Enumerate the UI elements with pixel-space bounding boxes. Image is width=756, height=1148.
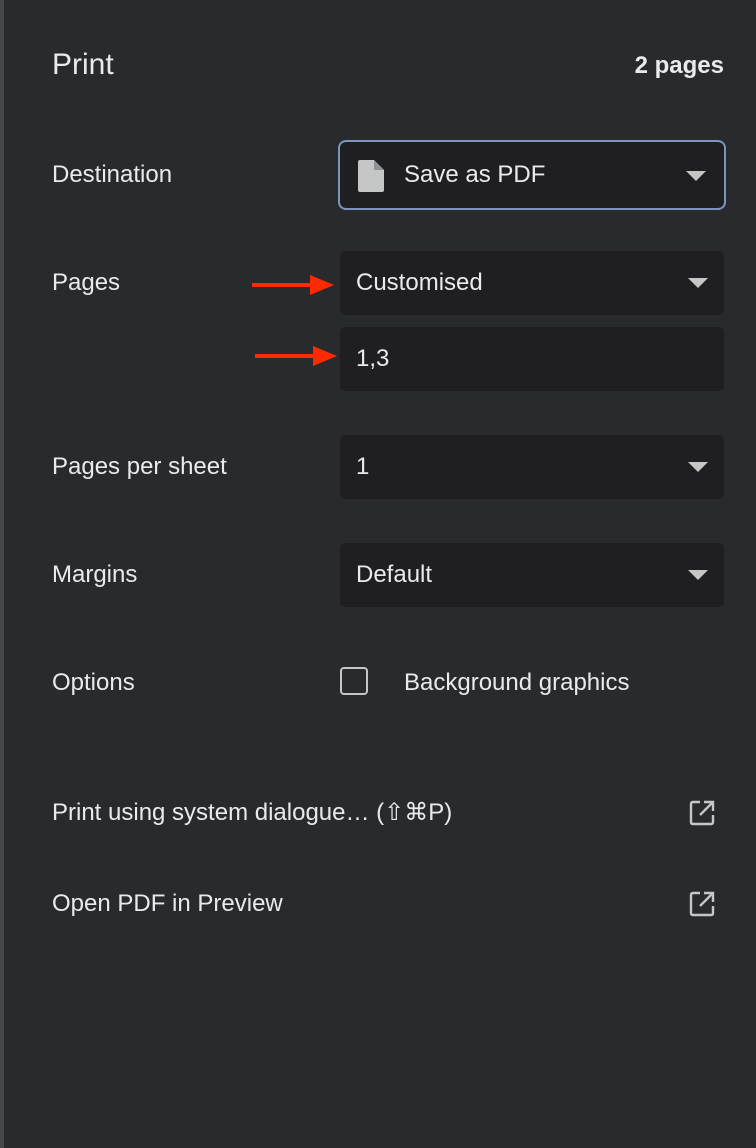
- system-dialog-link[interactable]: Print using system dialogue… (⇧⌘P): [52, 793, 724, 833]
- pages-per-sheet-value: 1: [356, 453, 370, 480]
- pages-per-sheet-label: Pages per sheet: [52, 453, 227, 480]
- open-pdf-preview-label: Open PDF in Preview: [52, 890, 283, 917]
- margins-label: Margins: [52, 561, 138, 588]
- pages-value: Customised: [356, 269, 483, 296]
- pages-label: Pages: [52, 269, 121, 296]
- annotation-arrow-icon: [255, 346, 337, 366]
- annotation-arrow-icon: [252, 275, 334, 295]
- open-external-icon: [689, 891, 715, 917]
- chevron-down-icon: [688, 462, 708, 472]
- panel-left-edge: [0, 0, 4, 1148]
- dialog-title: Print: [52, 48, 114, 81]
- page-count: 2 pages: [634, 52, 724, 79]
- system-dialog-link-label: Print using system dialogue… (⇧⌘P): [52, 799, 453, 826]
- destination-select[interactable]: Save as PDF: [338, 140, 726, 210]
- margins-value: Default: [356, 561, 433, 588]
- chevron-down-icon: [688, 570, 708, 580]
- margins-select[interactable]: Default: [340, 543, 724, 607]
- options-label: Options: [52, 669, 135, 696]
- background-graphics-label[interactable]: Background graphics: [404, 666, 629, 700]
- custom-pages-input[interactable]: 1,3: [340, 327, 724, 391]
- pages-select[interactable]: Customised: [340, 251, 724, 315]
- background-graphics-checkbox[interactable]: [340, 667, 368, 695]
- custom-pages-value: 1,3: [356, 345, 390, 372]
- destination-label: Destination: [52, 161, 173, 188]
- pages-per-sheet-select[interactable]: 1: [340, 435, 724, 499]
- destination-value: Save as PDF: [404, 161, 546, 188]
- open-pdf-preview-link[interactable]: Open PDF in Preview: [52, 884, 724, 924]
- document-icon: [358, 160, 384, 192]
- chevron-down-icon: [688, 278, 708, 288]
- chevron-down-icon: [686, 171, 706, 181]
- open-external-icon: [689, 800, 715, 826]
